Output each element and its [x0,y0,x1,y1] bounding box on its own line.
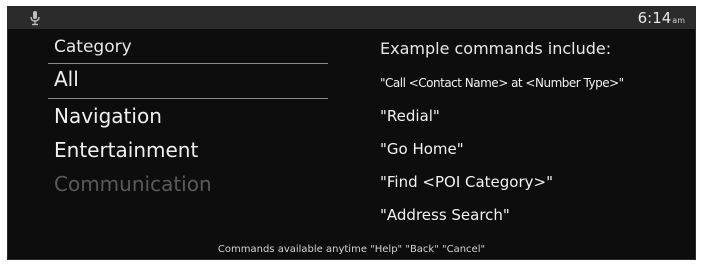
example-command-call: "Call <Contact Name> at <Number Type>" [380,76,624,90]
example-command-find-poi: "Find <POI Category>" [380,173,553,191]
voice-command-screen: 6:14am Category All Navigation Entertain… [7,6,696,260]
category-item-entertainment[interactable]: Entertainment [48,133,328,167]
category-item-communication: Communication [54,172,212,196]
clock-time: 6:14 [637,9,672,27]
category-header: Category [54,37,132,57]
category-item-all[interactable]: All [48,64,328,94]
category-panel: Category All Navigation Entertainment Co… [48,35,328,201]
category-item-navigation[interactable]: Navigation [48,99,328,133]
example-command-go-home: "Go Home" [380,140,464,158]
clock: 6:14am [638,9,685,30]
example-command-address-search: "Address Search" [380,206,510,224]
global-commands-footer: Commands available anytime "Help" "Back"… [217,244,486,255]
example-commands-panel: Example commands include: "Call <Contact… [380,37,680,232]
microphone-icon [28,10,42,26]
example-commands-header: Example commands include: [380,39,612,58]
clock-ampm: am [672,16,685,25]
example-command-redial: "Redial" [380,107,440,125]
status-bar: 6:14am [8,7,695,29]
